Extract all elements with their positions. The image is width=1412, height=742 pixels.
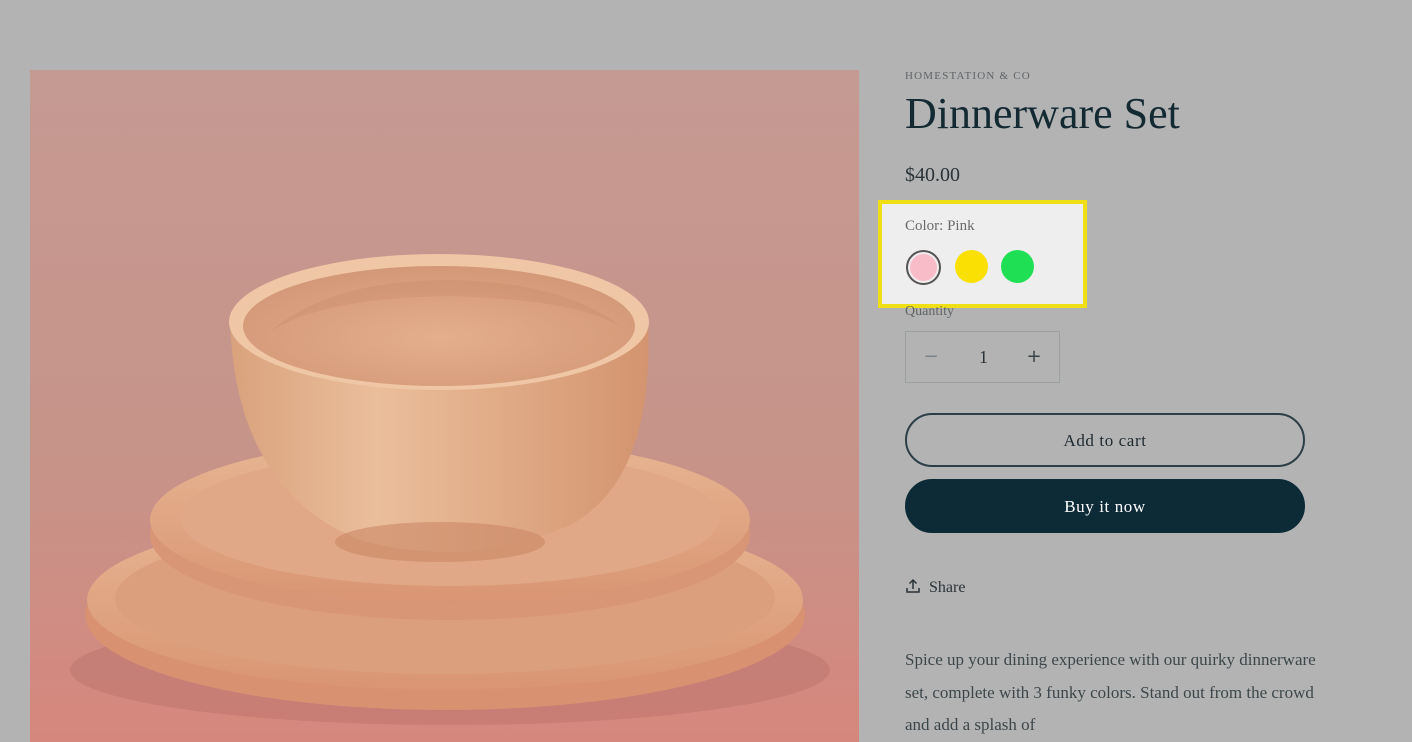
product-image <box>30 70 859 742</box>
color-swatch-pink[interactable] <box>906 250 941 285</box>
color-swatch-yellow[interactable] <box>955 250 988 283</box>
share-button[interactable]: Share <box>905 576 965 600</box>
product-page: HOMESTATION & CO Dinnerware Set $40.00 C… <box>0 0 1412 742</box>
quantity-label: Quantity <box>905 304 954 319</box>
buy-now-button[interactable]: Buy it now <box>905 479 1305 533</box>
color-swatch-green[interactable] <box>1001 250 1034 283</box>
quantity-stepper: − 1 + <box>905 331 1060 383</box>
product-description: Spice up your dining experience with our… <box>905 650 1316 734</box>
quantity-input[interactable]: 1 <box>956 332 1011 382</box>
product-title: Dinnerware Set <box>905 89 1180 138</box>
product-price: $40.00 <box>905 164 960 186</box>
dinnerware-illustration <box>30 70 859 742</box>
share-label: Share <box>929 579 966 596</box>
vendor-name: HOMESTATION & CO <box>905 70 1031 82</box>
share-icon <box>905 578 921 599</box>
color-selector-highlight: Color: Pink <box>878 200 1087 308</box>
quantity-increase-button[interactable]: + <box>1009 332 1059 382</box>
color-label: Color: Pink <box>905 218 975 234</box>
add-to-cart-button[interactable]: Add to cart <box>905 413 1305 467</box>
quantity-decrease-button[interactable]: − <box>906 332 956 382</box>
